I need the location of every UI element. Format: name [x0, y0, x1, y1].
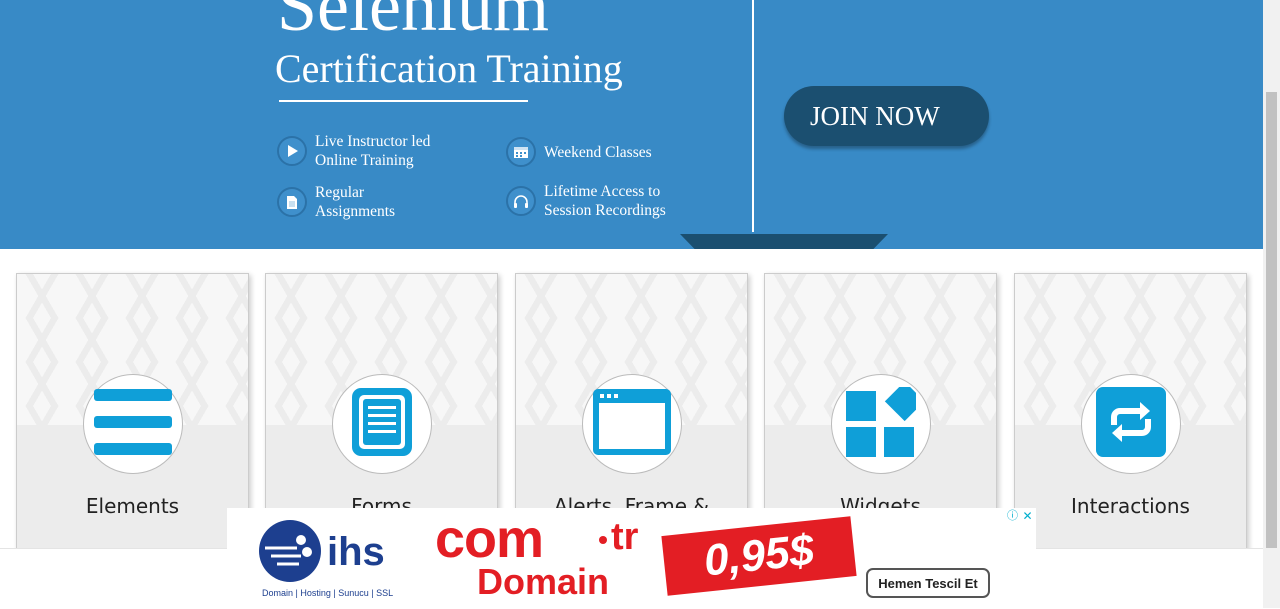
card-elements[interactable]: Elements	[16, 273, 249, 563]
banner-title: Selenium	[277, 0, 549, 46]
card-label: Interactions	[1071, 494, 1190, 518]
card-icon-circle	[582, 374, 682, 474]
ad-dot	[599, 536, 607, 544]
scrollbar-thumb[interactable]	[1266, 92, 1277, 548]
banner-tab-decoration	[680, 234, 888, 249]
play-icon	[277, 136, 307, 166]
advertisement-banner[interactable]: ihs Domain | Hosting | Sunucu | SSL com …	[227, 508, 1036, 608]
ad-brand: ihs	[327, 530, 385, 574]
feature-weekend-classes: Weekend Classes	[506, 137, 714, 167]
card-icon-circle	[831, 374, 931, 474]
card-icon-circle	[1081, 374, 1181, 474]
calendar-icon	[506, 137, 536, 167]
ad-product-domain: Domain	[477, 561, 610, 602]
banner-subtitle: Certification Training	[275, 46, 623, 91]
card-icon-circle	[83, 374, 183, 474]
feature-live-training: Live Instructor led Online Training	[277, 132, 485, 170]
card-icon-circle	[332, 374, 432, 474]
ihs-logo-icon	[257, 518, 323, 589]
ad-close-icon[interactable]: ✕	[1020, 509, 1035, 524]
headphones-icon	[506, 186, 536, 216]
widgets-grid-icon	[846, 381, 925, 462]
ad-price-tag: 0,95$	[661, 516, 857, 596]
form-document-icon	[352, 387, 412, 461]
ad-product-suffix: tr	[611, 516, 639, 558]
feature-text: Weekend Classes	[544, 143, 652, 161]
feature-lifetime-access: Lifetime Access to Session Recordings	[506, 182, 714, 220]
banner-divider	[752, 0, 754, 232]
ad-cta-button[interactable]: Hemen Tescil Et	[866, 568, 990, 598]
ad-price: 0,95$	[701, 525, 817, 586]
browser-window-icon	[593, 388, 671, 460]
feature-text-line1: Live Instructor led	[315, 133, 431, 150]
feature-text-line1: Lifetime Access to	[544, 183, 661, 200]
feature-text-line2: Session Recordings	[544, 202, 666, 219]
ad-info-icon[interactable]: ⓘ	[1005, 509, 1020, 524]
hamburger-list-icon	[94, 388, 172, 460]
title-underline	[279, 100, 528, 102]
ad-brand-tagline: Domain | Hosting | Sunucu | SSL	[262, 588, 394, 598]
feature-text-line1: Regular	[315, 184, 365, 201]
document-icon	[277, 187, 307, 217]
card-interactions[interactable]: Interactions	[1014, 273, 1247, 563]
join-now-button[interactable]: JOIN NOW	[784, 86, 989, 146]
course-banner: Selenium Certification Training Live Ins…	[0, 0, 1263, 249]
card-label: Elements	[85, 494, 180, 518]
feature-assignments: Regular Assignments	[277, 183, 485, 221]
feature-text-line2: Assignments	[315, 203, 396, 220]
repeat-arrows-icon	[1096, 386, 1166, 462]
feature-text-line2: Online Training	[315, 152, 414, 169]
